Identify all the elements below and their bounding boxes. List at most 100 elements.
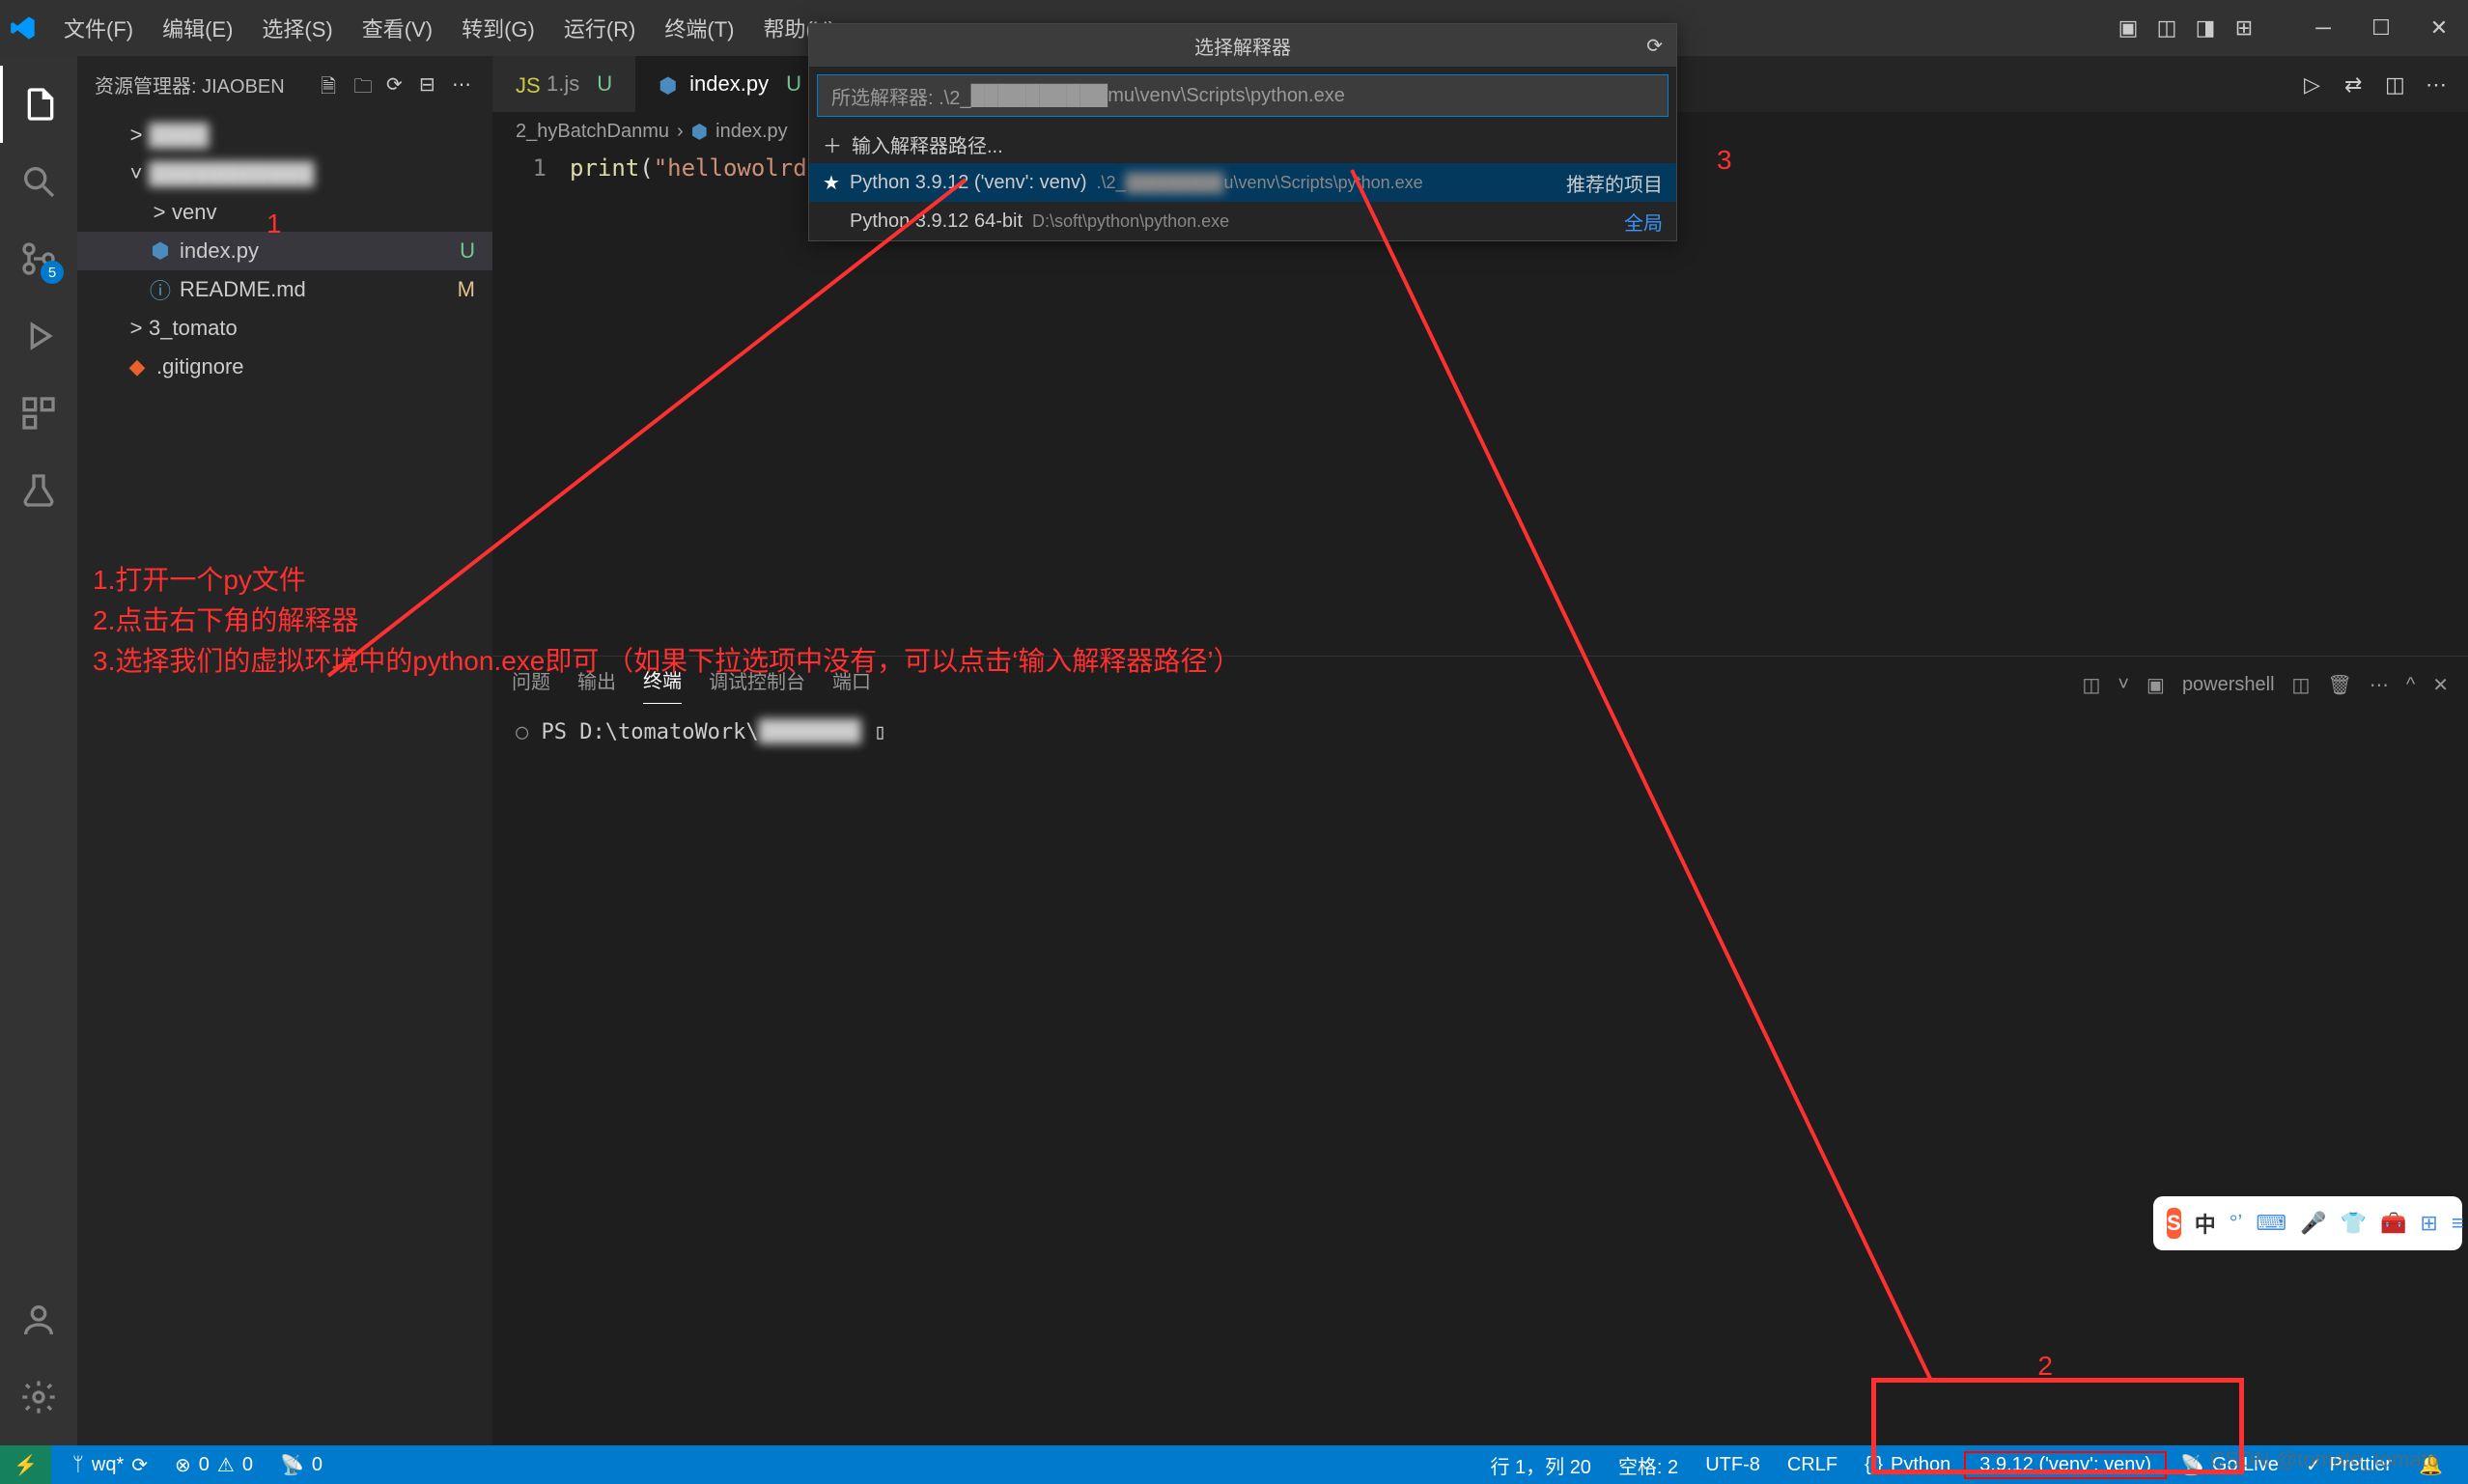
chevron-down-icon: ˅ <box>124 161 149 186</box>
tree-file-readme[interactable]: ⓘ README.md M <box>77 270 492 309</box>
toggle-secondary-icon[interactable]: ◨ <box>2194 16 2217 40</box>
breadcrumb-item[interactable]: index.py <box>715 121 788 143</box>
maximize-button[interactable]: ☐ <box>2352 0 2410 56</box>
chevron-down-icon[interactable]: ˅ <box>2117 674 2129 696</box>
tree-file-index-py[interactable]: ⬢ index.py U <box>77 232 492 270</box>
menu-file[interactable]: 文件(F) <box>50 7 147 49</box>
split-terminal-icon[interactable]: ◫ <box>2292 673 2311 697</box>
layout-customize-icon[interactable]: ⊞ <box>2232 16 2256 40</box>
collapse-icon[interactable]: ⊟ <box>419 72 442 96</box>
encoding-status[interactable]: UTF-8 <box>1692 1451 1774 1479</box>
ime-punct-icon[interactable]: °ʼ <box>2230 1208 2243 1239</box>
plus-icon: ＋ <box>823 130 842 158</box>
refresh-icon[interactable]: ⟳ <box>386 72 409 96</box>
tree-folder[interactable]: ˅ ███████████ <box>77 154 492 193</box>
git-status: U <box>786 71 801 97</box>
more-icon[interactable]: ⋯ <box>2370 673 2389 697</box>
ime-keyboard-icon[interactable]: ⌨ <box>2256 1208 2286 1239</box>
ime-lang[interactable]: 中 <box>2195 1208 2216 1239</box>
panel-layout-icon[interactable]: ◫ <box>2082 673 2100 697</box>
toggle-panel-icon[interactable]: ▣ <box>2117 16 2140 40</box>
tree-label: ████ <box>149 123 209 148</box>
tree-label: .gitignore <box>156 354 244 379</box>
terminal-panel: 问题 输出 终端 调试控制台 端口 ◫ ˅ ▣ powershell ◫ 🗑 ⋯… <box>492 656 2468 1445</box>
tree-file-gitignore[interactable]: ◆ .gitignore <box>77 348 492 386</box>
ime-mic-icon[interactable]: 🎤 <box>2300 1208 2326 1239</box>
tree-label: venv <box>172 200 216 225</box>
settings-gear-icon[interactable] <box>0 1358 77 1436</box>
minimize-button[interactable]: ─ <box>2294 0 2352 56</box>
tree-label: ███████████ <box>149 161 314 186</box>
problems-status[interactable]: ⊗ 0 ⚠ 0 <box>161 1453 266 1477</box>
activity-bar: 5 <box>0 56 77 1445</box>
trash-icon[interactable]: 🗑 <box>2327 673 2351 697</box>
terminal-body[interactable]: ○ PS D:\tomatoWork\████████ ▯ <box>492 713 2468 1445</box>
star-icon: ★ <box>823 171 840 195</box>
close-button[interactable]: ✕ <box>2410 0 2468 56</box>
search-icon[interactable] <box>0 143 77 220</box>
cursor-position[interactable]: 行 1，列 20 <box>1476 1451 1604 1479</box>
ime-tool-icon[interactable]: 🧰 <box>2380 1208 2406 1239</box>
ime-toolbar[interactable]: S 中 °ʼ ⌨ 🎤 👕 🧰 ⊞ ≡ <box>2153 1196 2462 1250</box>
explorer-sidebar: 资源管理器: JIAOBEN 🗎 🗀 ⟳ ⊟ ⋯ > ████ ˅ ██████… <box>77 56 492 1445</box>
close-panel-icon[interactable]: ✕ <box>2432 673 2449 697</box>
maximize-panel-icon[interactable]: ^ <box>2406 674 2415 696</box>
tab-index-py[interactable]: ⬢ index.py U <box>635 56 825 112</box>
js-file-icon: JS <box>516 73 537 95</box>
explorer-icon[interactable] <box>0 66 77 143</box>
ime-settings-icon[interactable]: ≡ <box>2452 1208 2464 1239</box>
git-status: M <box>458 277 475 302</box>
menu-terminal[interactable]: 终端(T) <box>651 7 747 49</box>
git-branch[interactable]: ᛘ wq* ⟳ <box>59 1453 161 1477</box>
accounts-icon[interactable] <box>0 1281 77 1358</box>
interpreter-picker: 选择解释器 ⟳ 所选解释器: .\2_██████████mu\venv\Scr… <box>808 23 1677 241</box>
extensions-icon[interactable] <box>0 375 77 452</box>
testing-icon[interactable] <box>0 452 77 529</box>
source-control-icon[interactable]: 5 <box>0 220 77 297</box>
run-icon[interactable]: ▷ <box>2304 72 2327 96</box>
chevron-right-icon: > <box>124 316 149 341</box>
compare-icon[interactable]: ⇄ <box>2344 72 2368 96</box>
remote-indicator[interactable]: ⚡ <box>0 1445 51 1484</box>
tree-label: index.py <box>180 238 259 264</box>
menu-go[interactable]: 转到(G) <box>448 7 548 49</box>
ime-more-icon[interactable]: ⊞ <box>2420 1208 2437 1239</box>
menu-selection[interactable]: 选择(S) <box>248 7 346 49</box>
toggle-sidebar-icon[interactable]: ◫ <box>2155 16 2178 40</box>
new-folder-icon[interactable]: 🗀 <box>353 72 377 96</box>
tree-label: 3_tomato <box>149 316 238 341</box>
file-tree: > ████ ˅ ███████████ > venv ⬢ index.py U… <box>77 112 492 1445</box>
watermark: CSDN @tomato_tomato <box>2209 1447 2439 1472</box>
breadcrumb-item[interactable]: 2_hyBatchDanmu <box>516 121 669 143</box>
menu-view[interactable]: 查看(V) <box>349 7 446 49</box>
git-status: U <box>460 238 475 264</box>
picker-item-venv[interactable]: ★ Python 3.9.12 ('venv': venv) .\2_█████… <box>809 163 1676 202</box>
explorer-header: 资源管理器: JIAOBEN 🗎 🗀 ⟳ ⊟ ⋯ <box>77 56 492 112</box>
tree-folder[interactable]: > ████ <box>77 116 492 154</box>
shell-label: powershell <box>2182 674 2275 696</box>
scm-badge: 5 <box>41 261 64 284</box>
vscode-logo-icon <box>8 13 39 43</box>
reload-icon[interactable]: ⟳ <box>1646 34 1663 58</box>
more-icon[interactable]: ⋯ <box>2426 72 2449 96</box>
picker-enter-path[interactable]: ＋ 输入解释器路径... <box>809 125 1676 163</box>
split-icon[interactable]: ◫ <box>2385 72 2408 96</box>
menu-run[interactable]: 运行(R) <box>550 7 650 49</box>
more-icon[interactable]: ⋯ <box>452 72 475 96</box>
annotation-3: 3 <box>1717 145 1732 176</box>
new-file-icon[interactable]: 🗎 <box>321 72 344 96</box>
menu-edit[interactable]: 编辑(E) <box>149 7 246 49</box>
picker-item-global[interactable]: Python 3.9.12 64-bit D:\soft\python\pyth… <box>809 202 1676 240</box>
python-file-icon: ⬢ <box>691 120 708 144</box>
tab-1js[interactable]: JS 1.js U <box>492 56 635 112</box>
picker-input[interactable]: 所选解释器: .\2_██████████mu\venv\Scripts\pyt… <box>817 74 1669 117</box>
eol-status[interactable]: CRLF <box>1774 1451 1851 1479</box>
explorer-title: 资源管理器: JIAOBEN <box>95 70 285 98</box>
run-debug-icon[interactable] <box>0 297 77 375</box>
annotation-box-2 <box>1871 1378 2244 1474</box>
tree-folder-venv[interactable]: > venv <box>77 193 492 232</box>
ime-skin-icon[interactable]: 👕 <box>2341 1208 2367 1239</box>
radio-status[interactable]: 📡 0 <box>266 1453 336 1477</box>
tree-folder-tomato[interactable]: > 3_tomato <box>77 309 492 348</box>
indentation-status[interactable]: 空格: 2 <box>1605 1451 1692 1479</box>
